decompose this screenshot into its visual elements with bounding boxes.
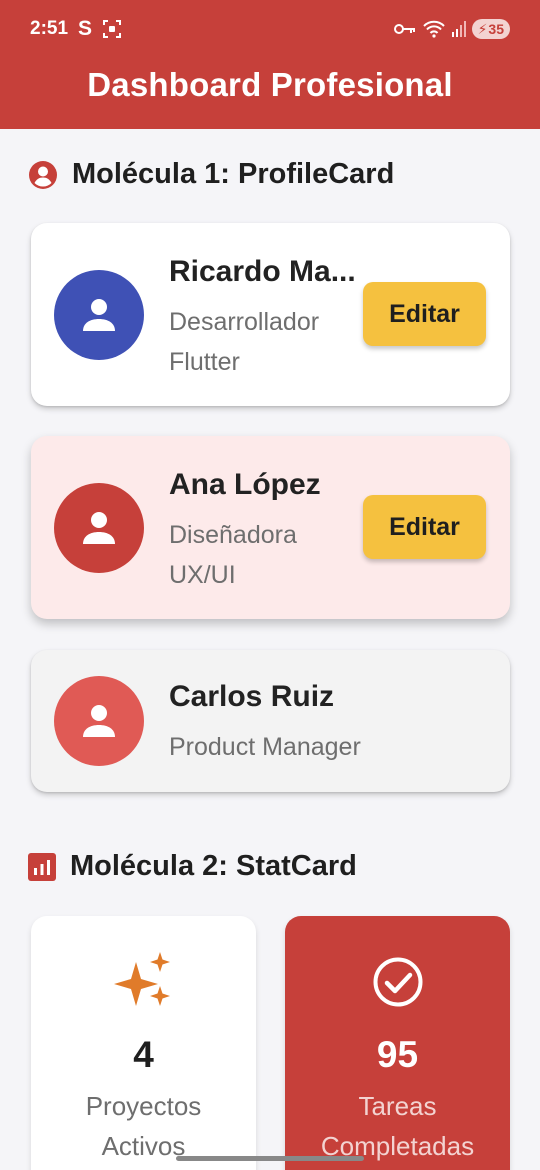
profile-name: Ricardo Ma... [169,255,356,288]
bolt-icon: ⚡ [477,20,488,37]
check-circle-icon [373,957,422,1007]
profile-card: Ricardo Ma... Desarrollador Flutter Edit… [31,223,510,406]
person-icon [83,299,115,331]
section-title-statcard: Molécula 2: StatCard [28,850,357,883]
app-bar: 2:51 S ⚡ 35 Dashboard Profesional [0,0,540,129]
edit-button[interactable]: Editar [363,282,486,346]
stat-card: 95 Tareas Completadas [285,916,510,1170]
profile-role-line: Diseñadora [169,521,297,549]
section-title-text: Molécula 1: ProfileCard [72,158,395,190]
profile-card: Ana López Diseñadora UX/UI Editar [31,436,510,619]
stat-card: 4 Proyectos Activos [31,916,256,1170]
edit-button[interactable]: Editar [363,495,486,559]
stat-label-line: Proyectos [85,1091,202,1121]
stat-value: 4 [133,1034,154,1075]
stat-value: 95 [376,1034,419,1075]
profile-role-line: Desarrollador [169,308,320,336]
wifi-icon [422,20,445,38]
profile-role: Desarrollador Flutter [169,302,319,382]
screenshot-icon [103,20,122,38]
battery-indicator: ⚡ 35 [471,19,510,39]
profile-name: Ana López [169,468,321,501]
section-title-text: Molécula 2: StatCard [70,850,357,882]
person-icon [83,512,115,544]
account-circle-icon [29,160,57,189]
avatar [54,483,144,573]
s-app-icon: S [78,17,93,40]
section-title-profilecard: Molécula 1: ProfileCard [28,158,394,191]
status-bar: 2:51 S ⚡ 35 [0,0,540,58]
analytics-icon [28,852,56,881]
profile-card: Carlos Ruiz Product Manager [31,650,510,792]
profile-role-line: Flutter [169,348,240,376]
home-indicator[interactable] [176,1156,364,1161]
profile-role-line: UX/UI [169,561,236,589]
status-time: 2:51 [30,18,69,39]
stat-label-line: Tareas [358,1091,437,1121]
profile-role: Product Manager [169,727,361,767]
key-icon [393,24,415,34]
person-icon [83,705,115,737]
page-title: Dashboard Profesional [87,66,453,103]
sparkles-icon [113,952,170,1006]
profile-name: Carlos Ruiz [169,680,335,713]
battery-level: 35 [488,21,504,37]
stat-label: Proyectos Activos [31,1086,256,1166]
signal-icon [451,21,466,37]
stat-label: Tareas Completadas [285,1086,510,1166]
profile-role-line: Product Manager [169,733,361,761]
avatar [54,270,144,360]
profile-role: Diseñadora UX/UI [169,515,297,595]
avatar [54,676,144,766]
